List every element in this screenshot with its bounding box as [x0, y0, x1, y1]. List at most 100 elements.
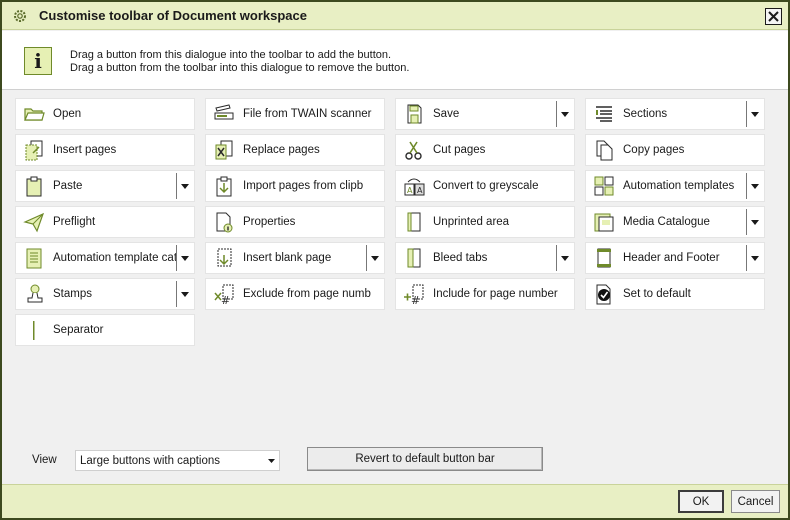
svg-text:A: A — [417, 186, 423, 195]
chevron-down-icon[interactable] — [556, 101, 573, 127]
template-catalogue-icon — [23, 247, 45, 269]
info-line-1: Drag a button from this dialogue into th… — [70, 49, 392, 61]
toolbar-button-label: File from TWAIN scanner — [243, 108, 372, 120]
chevron-down-icon[interactable] — [556, 245, 573, 271]
bleed-tabs-icon — [403, 247, 425, 269]
dialog-title: Customise toolbar of Document workspace — [39, 8, 307, 23]
toolbar-button-label: Exclude from page numb — [243, 288, 371, 300]
toolbar-button-tile[interactable]: Cut pages — [395, 134, 575, 166]
toolbar-button-label: Open — [53, 108, 82, 120]
properties-icon — [213, 211, 235, 233]
toolbar-button-tile[interactable]: Automation template cat — [15, 242, 195, 274]
copy-pages-icon — [593, 139, 615, 161]
toolbar-button-tile[interactable]: Paste — [15, 170, 195, 202]
toolbar-button-label: Paste — [53, 180, 83, 192]
toolbar-button-label: Unprinted area — [433, 216, 510, 228]
toolbar-button-tile[interactable]: Import pages from clipb — [205, 170, 385, 202]
clipboard-icon — [23, 175, 45, 197]
toolbar-button-label: Insert blank page — [243, 252, 332, 264]
chevron-down-icon[interactable] — [176, 281, 193, 307]
toolbar-button-tile[interactable]: Bleed tabs — [395, 242, 575, 274]
paper-plane-icon — [23, 211, 45, 233]
import-clipboard-icon — [213, 175, 235, 197]
view-select-value: Large buttons with captions — [80, 454, 221, 467]
toolbar-button-tile[interactable]: Separator — [15, 314, 195, 346]
toolbar-button-tile[interactable]: Preflight — [15, 206, 195, 238]
toolbar-button-label: Bleed tabs — [433, 252, 488, 264]
info-icon: i — [24, 47, 52, 75]
toolbar-button-label: Automation templates — [623, 180, 735, 192]
toolbar-button-tile[interactable]: Properties — [205, 206, 385, 238]
toolbar-button-tile[interactable]: Media Catalogue — [585, 206, 765, 238]
toolbar-button-label: Copy pages — [623, 144, 685, 156]
toolbar-button-label: Header and Footer — [623, 252, 720, 264]
toolbar-button-label: Cut pages — [433, 144, 486, 156]
chevron-down-icon[interactable] — [176, 173, 193, 199]
save-icon — [403, 103, 425, 125]
toolbar-button-tile[interactable]: # Include for page number — [395, 278, 575, 310]
toolbar-button-tile[interactable]: Copy pages — [585, 134, 765, 166]
toolbar-button-tile[interactable]: Insert pages — [15, 134, 195, 166]
toolbar-button-tile[interactable]: # Exclude from page numb — [205, 278, 385, 310]
blank-page-icon — [213, 247, 235, 269]
chevron-down-icon[interactable] — [263, 451, 279, 470]
header-footer-icon — [593, 247, 615, 269]
automation-icon — [593, 175, 615, 197]
toolbar-button-tile[interactable]: Stamps — [15, 278, 195, 310]
customise-toolbar-dialog: Customise toolbar of Document workspace … — [0, 0, 790, 520]
sections-icon — [593, 103, 615, 125]
dialog-footer: OK Cancel — [2, 484, 788, 518]
toolbar-button-label: Media Catalogue — [623, 216, 710, 228]
svg-text:#: # — [221, 294, 230, 305]
close-icon — [768, 11, 779, 22]
toolbar-button-label: Insert pages — [53, 144, 117, 156]
chevron-down-icon[interactable] — [366, 245, 383, 271]
gear-icon — [14, 9, 26, 22]
toolbar-button-tile[interactable]: Unprinted area — [395, 206, 575, 238]
toolbar-button-tile[interactable]: Replace pages — [205, 134, 385, 166]
separator-icon — [23, 319, 45, 341]
open-folder-icon — [23, 103, 45, 125]
ok-button[interactable]: OK — [678, 490, 724, 513]
set-default-icon — [593, 283, 615, 305]
info-panel: i Drag a button from this dialogue into … — [2, 31, 788, 90]
include-numbering-icon: # — [403, 283, 425, 305]
close-button[interactable] — [765, 8, 782, 25]
toolbar-button-label: Import pages from clipb — [243, 180, 364, 192]
toolbar-button-tile[interactable]: Sections — [585, 98, 765, 130]
revert-default-button[interactable]: Revert to default button bar — [307, 447, 543, 471]
title-bar: Customise toolbar of Document workspace — [2, 2, 788, 30]
scanner-icon — [213, 103, 235, 125]
toolbar-button-label: Replace pages — [243, 144, 320, 156]
toolbar-button-tile[interactable]: Automation templates — [585, 170, 765, 202]
toolbar-button-tile[interactable]: Header and Footer — [585, 242, 765, 274]
toolbar-button-tile[interactable]: A A Convert to greyscale — [395, 170, 575, 202]
toolbar-button-label: Convert to greyscale — [433, 180, 539, 192]
toolbar-button-label: Automation template cat — [53, 252, 176, 264]
toolbar-button-label: Sections — [623, 108, 668, 120]
view-label: View — [32, 454, 57, 466]
scissors-icon — [403, 139, 425, 161]
toolbar-button-tile[interactable]: Open — [15, 98, 195, 130]
toolbar-button-label: Properties — [243, 216, 296, 228]
chevron-down-icon[interactable] — [746, 101, 763, 127]
chevron-down-icon[interactable] — [746, 173, 763, 199]
toolbar-button-tile[interactable]: File from TWAIN scanner — [205, 98, 385, 130]
toolbar-button-tile[interactable]: Insert blank page — [205, 242, 385, 274]
info-text: Drag a button from this dialogue into th… — [70, 49, 409, 75]
toolbar-button-tile[interactable]: Save — [395, 98, 575, 130]
unprinted-area-icon — [403, 211, 425, 233]
svg-text:A: A — [407, 186, 413, 195]
chevron-down-icon[interactable] — [746, 209, 763, 235]
toolbar-button-label: Preflight — [53, 216, 96, 228]
toolbar-button-label: Stamps — [53, 288, 92, 300]
view-select[interactable]: Large buttons with captions — [75, 450, 280, 471]
toolbar-button-label: Include for page number — [433, 288, 558, 300]
cancel-button[interactable]: Cancel — [731, 490, 780, 513]
greyscale-icon: AA — [403, 175, 425, 197]
replace-pages-icon — [213, 139, 235, 161]
chevron-down-icon[interactable] — [176, 245, 193, 271]
info-line-2: Drag a button from the toolbar into this… — [70, 62, 410, 74]
chevron-down-icon[interactable] — [746, 245, 763, 271]
toolbar-button-tile[interactable]: Set to default — [585, 278, 765, 310]
